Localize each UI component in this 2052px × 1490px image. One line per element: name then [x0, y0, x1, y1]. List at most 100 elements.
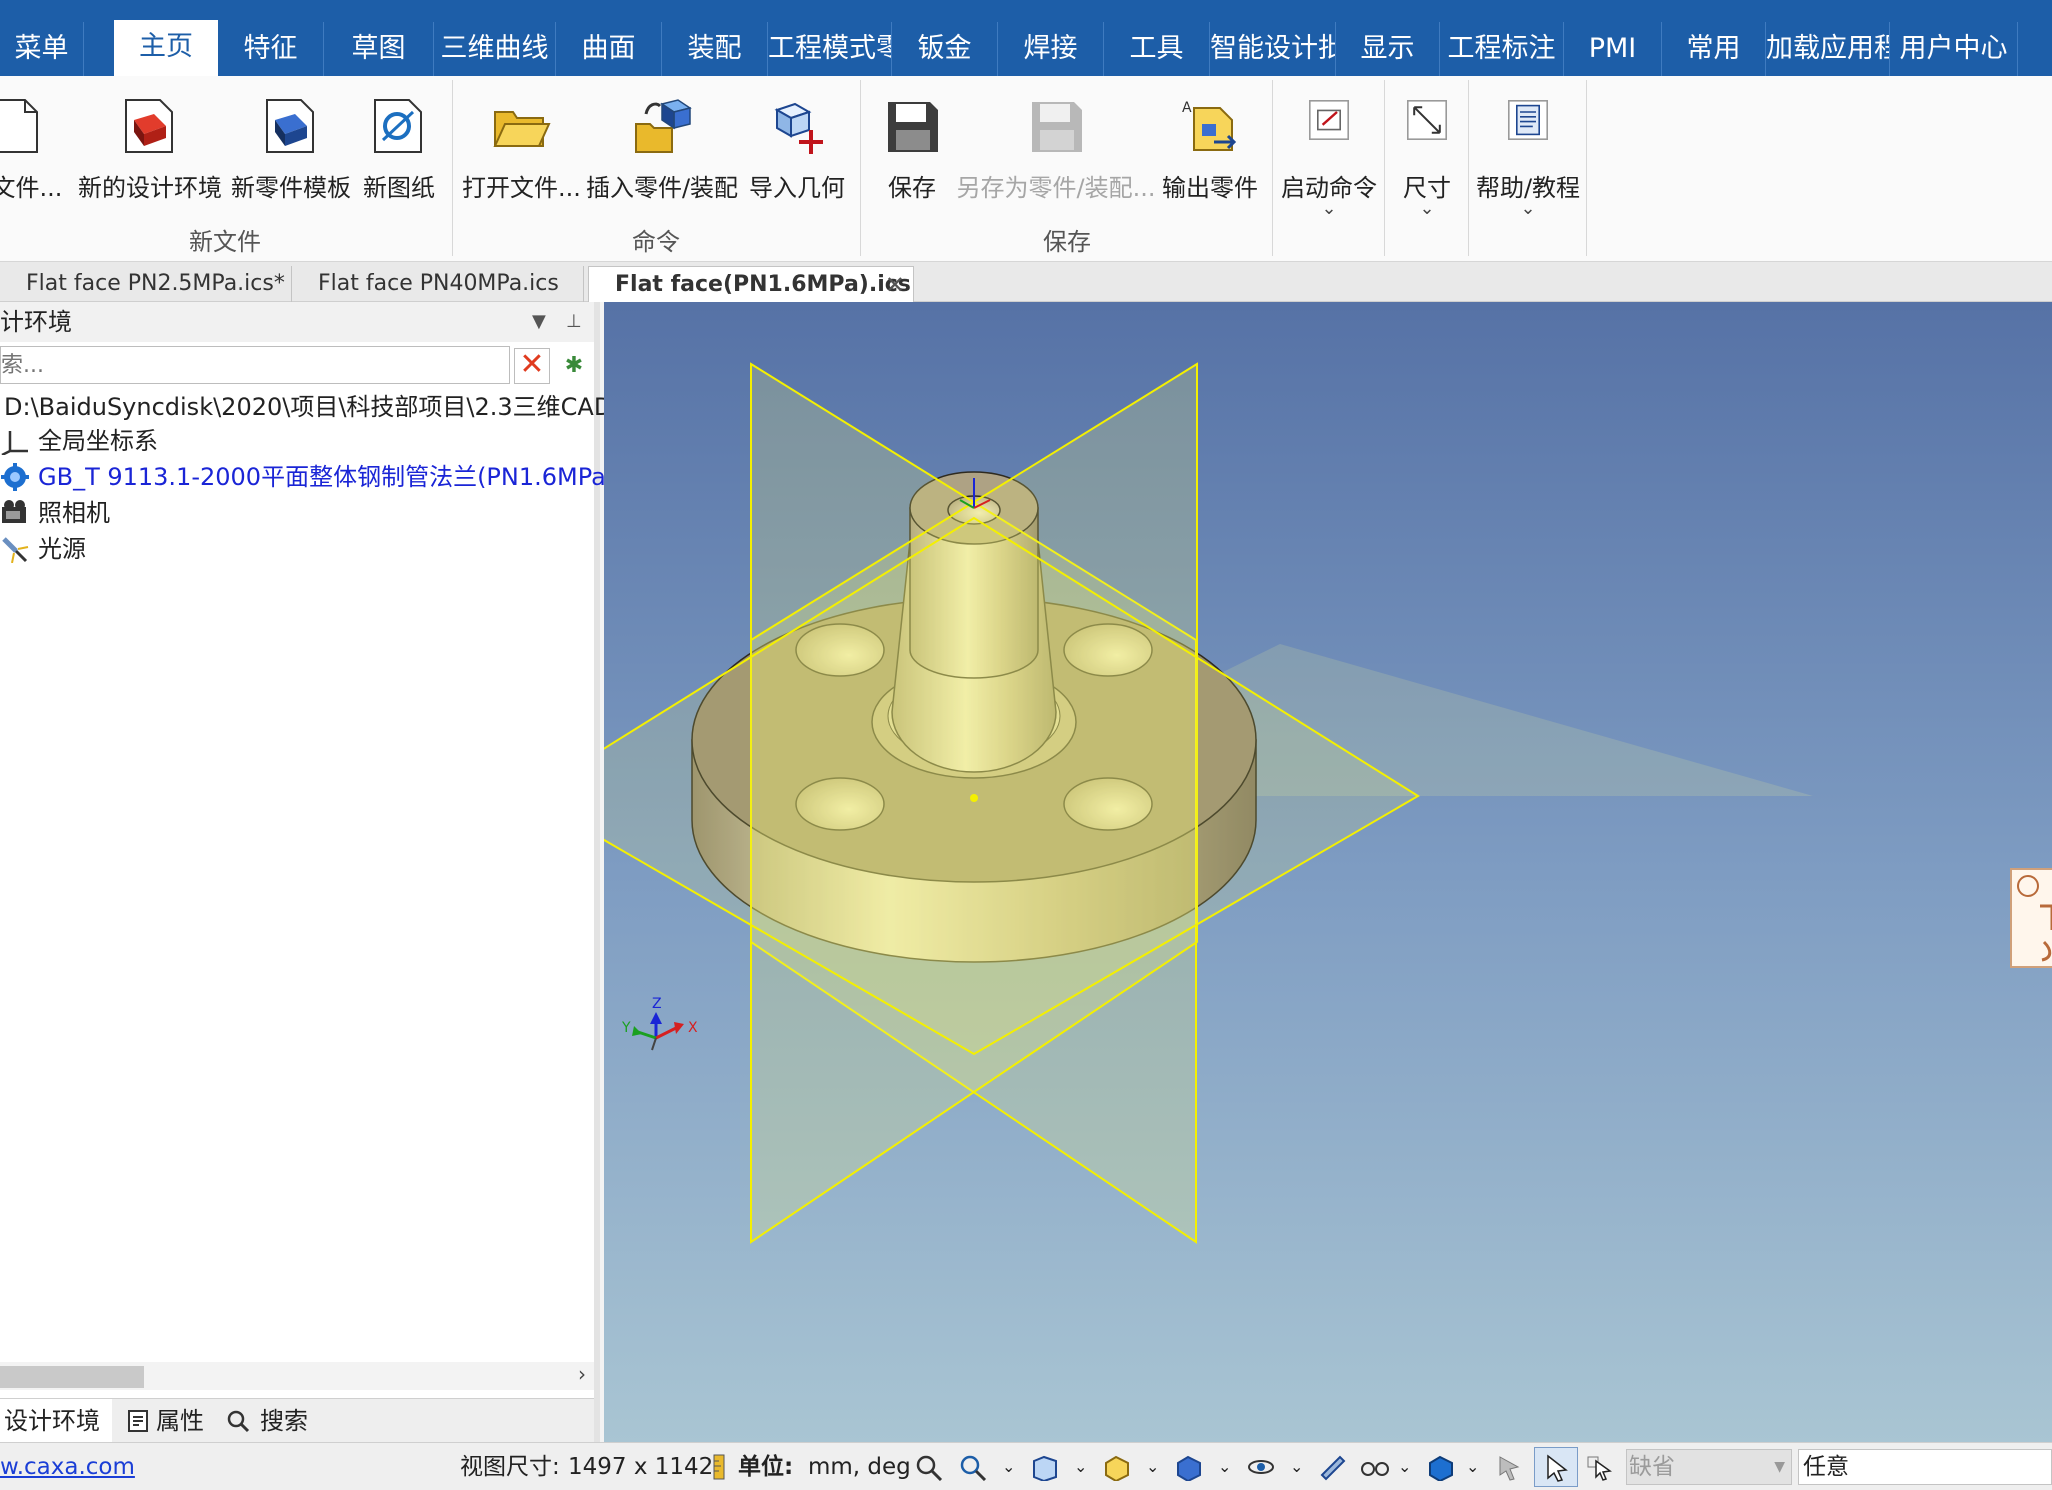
chevron-down-icon[interactable]: ⌄	[1218, 1443, 1231, 1490]
display-cube-icon[interactable]	[1426, 1453, 1456, 1481]
filter-field[interactable]: 任意	[1798, 1449, 2052, 1485]
new-design-env-label: 新的设计环境	[78, 174, 222, 202]
axis-label-y: Y	[621, 1020, 631, 1036]
new-file-button[interactable]: 新文件...	[0, 88, 70, 228]
document-tab[interactable]: Flat face PN2.5MPa.ics*	[0, 266, 292, 302]
document-tab[interactable]: Flat face PN40MPa.ics	[292, 266, 584, 302]
orbit-icon[interactable]	[1246, 1453, 1276, 1481]
floating-assistant-widget[interactable]	[2010, 868, 2052, 968]
new-file-label: 新文件...	[0, 174, 63, 202]
tab-home[interactable]: 主页	[114, 20, 218, 76]
new-drawing-button[interactable]: 新图纸	[356, 88, 442, 228]
group-separator	[1272, 80, 1273, 256]
tab-user-center[interactable]: 用户中心	[1890, 22, 2018, 76]
group-separator	[1586, 80, 1587, 256]
unit-label: 单位:	[738, 1454, 794, 1480]
tab-common[interactable]: 常用	[1662, 22, 1766, 76]
tree-item-label: GB_T 9113.1-2000平面整体钢制管法兰(PN1.6MPa)	[38, 463, 616, 491]
chevron-down-icon[interactable]: ⌄	[1146, 1443, 1159, 1490]
design-environment-panel: 计环境 ▼ ⊥ ✕ ✱ D:\BaiduSyncdisk\2020\项目\科技部…	[0, 302, 615, 1443]
document-tab-label: Flat face PN2.5MPa.ics*	[26, 271, 285, 296]
view-orientation-icon[interactable]	[1030, 1453, 1060, 1481]
3d-viewport[interactable]: Z X Y	[604, 302, 2052, 1442]
tab-design-environment[interactable]: 设计环境	[0, 1399, 112, 1443]
group-label-save: 保存	[1043, 228, 1091, 256]
help-book-icon	[1508, 100, 1548, 140]
save-as-part-button[interactable]: 另存为零件/装配...	[956, 88, 1156, 228]
tree-search-input[interactable]	[0, 346, 510, 384]
tab-smart-design[interactable]: 智能设计批	[1210, 22, 1336, 76]
export-part-icon: A	[1182, 100, 1237, 151]
tab-annotation[interactable]: 工程标注	[1440, 22, 1564, 76]
tab-tools[interactable]: 工具	[1104, 22, 1210, 76]
shaded-cube-icon[interactable]	[1174, 1453, 1204, 1481]
tab-features[interactable]: 特征	[218, 22, 324, 76]
launch-command-button[interactable]: 启动命令 ⌄	[1278, 88, 1380, 228]
new-design-env-button[interactable]: 新的设计环境	[76, 88, 224, 228]
save-button[interactable]: 保存	[872, 88, 952, 228]
chevron-down-icon[interactable]: ⌄	[1002, 1443, 1015, 1490]
ribbon: 新文件... 新的设计环境 新零件模板	[0, 76, 2052, 262]
tab-pmi[interactable]: PMI	[1564, 22, 1662, 76]
website-link[interactable]: w.caxa.com	[0, 1443, 135, 1490]
tab-engineering-mode[interactable]: 工程模式零	[768, 22, 892, 76]
new-part-template-button[interactable]: 新零件模板	[228, 88, 354, 228]
select-tool-button[interactable]	[1534, 1447, 1578, 1487]
glasses-icon[interactable]	[1360, 1453, 1390, 1481]
help-tutorial-button[interactable]: 帮助/教程 ⌄	[1474, 88, 1582, 228]
launch-command-icon	[1309, 100, 1349, 140]
import-geometry-button[interactable]: 导入几何	[744, 88, 850, 228]
tab-load-apps[interactable]: 加载应用程	[1766, 22, 1890, 76]
close-icon[interactable]: ✕	[885, 267, 905, 303]
save-as-disk-icon	[1032, 102, 1082, 152]
cursor-select-icon[interactable]	[1586, 1453, 1616, 1481]
new-drawing-icon	[374, 99, 422, 153]
chevron-down-icon[interactable]: ⌄	[1398, 1443, 1411, 1490]
search-options-icon[interactable]: ✱	[556, 348, 592, 384]
tab-menu[interactable]: 菜单	[0, 22, 84, 76]
tab-label: 属性	[156, 1407, 204, 1435]
chevron-down-icon[interactable]: ⌄	[1074, 1443, 1087, 1490]
view-size-label: 视图尺寸:	[460, 1454, 560, 1480]
tab-3d-curves[interactable]: 三维曲线	[434, 22, 556, 76]
tab-properties[interactable]: 属性	[126, 1399, 226, 1443]
pick-filter-icon[interactable]	[1494, 1453, 1524, 1481]
tab-surface[interactable]: 曲面	[556, 22, 662, 76]
render-style-icon[interactable]	[1102, 1453, 1132, 1481]
new-part-template-label: 新零件模板	[231, 174, 351, 202]
scrollbar-thumb[interactable]	[0, 1366, 144, 1388]
coordinate-system-icon	[1, 431, 28, 455]
tab-search[interactable]: 搜索	[226, 1399, 336, 1443]
new-part-template-icon	[266, 99, 314, 153]
horizontal-scrollbar[interactable]: ›	[0, 1362, 594, 1390]
mode-select[interactable]: 缺省 ▼	[1626, 1449, 1792, 1485]
origin-point[interactable]	[970, 794, 978, 802]
pin-icon[interactable]: ⊥	[566, 302, 582, 342]
group-separator	[1384, 80, 1385, 256]
document-tab-active[interactable]: Flat face(PN1.6MPa).ics ✕	[588, 266, 914, 302]
3d-scene[interactable]: Z X Y	[604, 302, 2052, 1442]
tab-sketch[interactable]: 草图	[324, 22, 434, 76]
export-part-button[interactable]: A 输出零件	[1158, 88, 1262, 228]
insert-part-button[interactable]: 插入零件/装配	[584, 88, 740, 228]
chevron-down-icon[interactable]: ⌄	[1290, 1443, 1303, 1490]
open-file-button[interactable]: 打开文件...	[462, 88, 581, 228]
zoom-icon[interactable]	[958, 1453, 988, 1481]
clear-search-icon[interactable]: ✕	[514, 348, 550, 384]
chevron-right-icon[interactable]: ›	[578, 1362, 586, 1386]
tab-welding[interactable]: 焊接	[998, 22, 1104, 76]
section-view-icon[interactable]	[1318, 1453, 1348, 1481]
open-file-label: 打开文件...	[462, 174, 581, 202]
panel-header: 计环境 ▼ ⊥	[0, 302, 594, 342]
tab-assembly[interactable]: 装配	[662, 22, 768, 76]
mode-select-value: 缺省	[1629, 1454, 1675, 1480]
tab-sheet-metal[interactable]: 钣金	[892, 22, 998, 76]
dimension-button[interactable]: 尺寸 ⌄	[1390, 88, 1464, 228]
chevron-down-icon[interactable]: ▼	[532, 302, 546, 342]
tab-display[interactable]: 显示	[1336, 22, 1440, 76]
group-separator	[452, 80, 453, 256]
zoom-all-icon[interactable]	[914, 1453, 944, 1481]
unit-value[interactable]: mm, deg	[808, 1443, 911, 1490]
chevron-down-icon[interactable]: ⌄	[1466, 1443, 1479, 1490]
datum-plane-xy-outline[interactable]	[604, 516, 1420, 1056]
